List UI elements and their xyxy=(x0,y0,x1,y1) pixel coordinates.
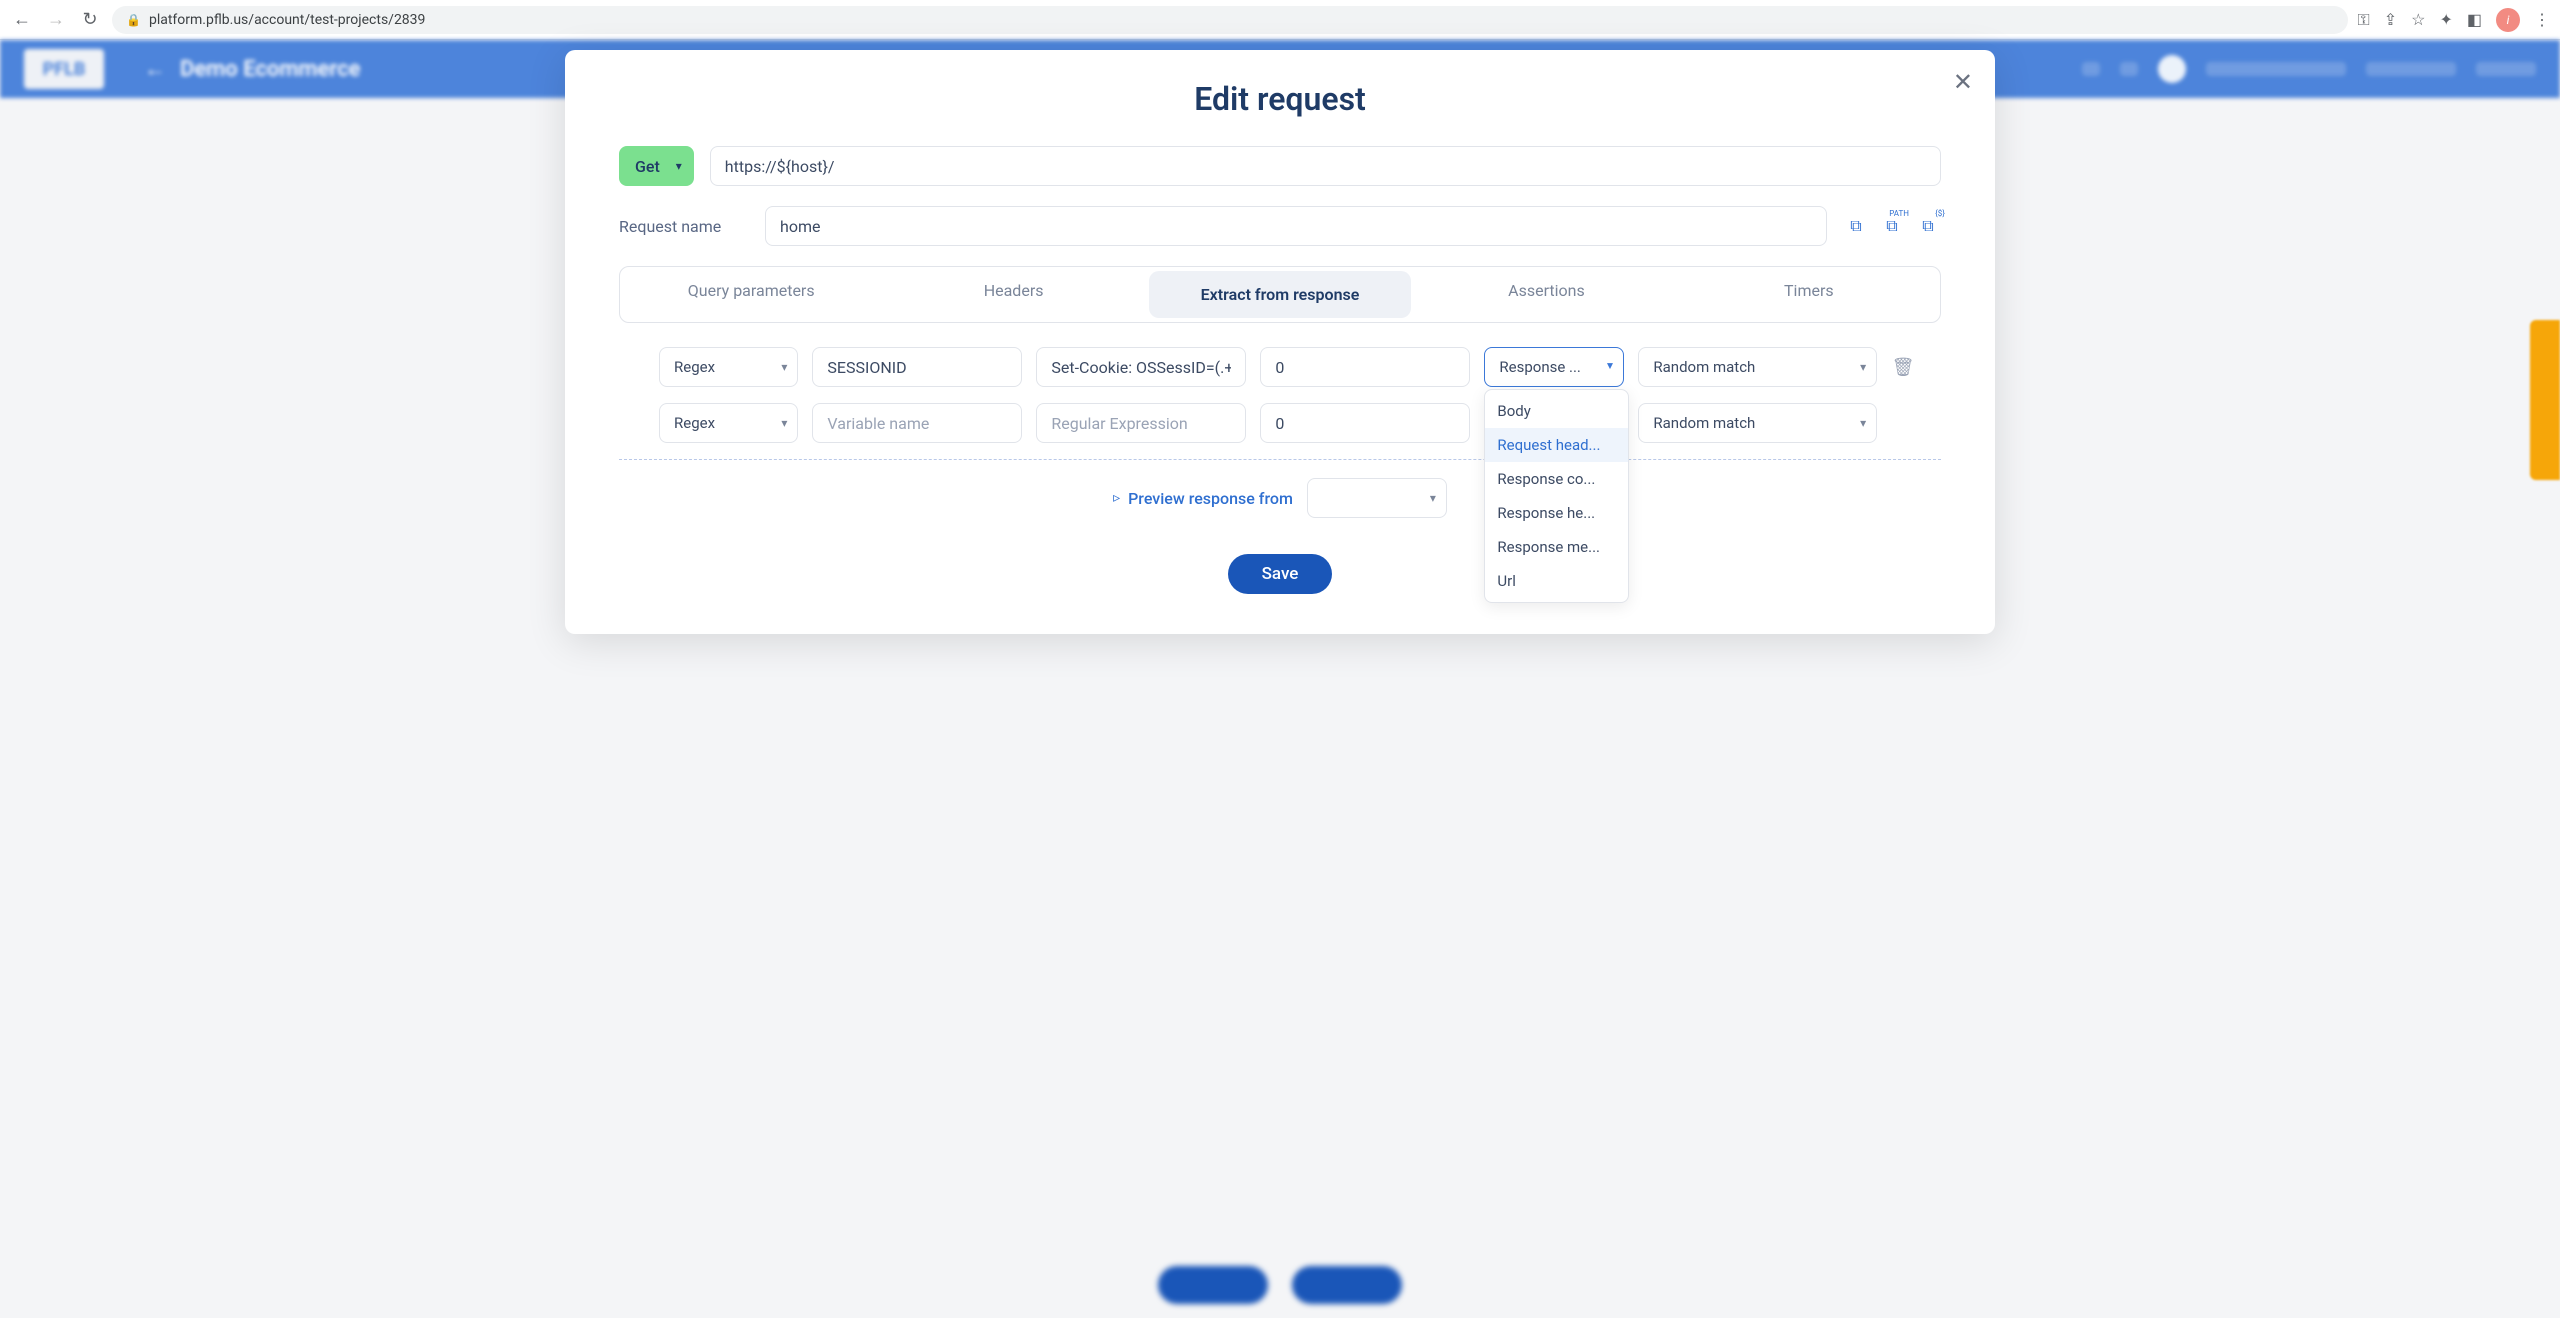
extractor-row: Regex ▾ Random match ▾ 🗑 xyxy=(619,403,1941,443)
preview-label-text: Preview response from xyxy=(1128,489,1293,508)
dropdown-option-url[interactable]: Url xyxy=(1485,564,1628,598)
menu-icon[interactable]: ⋮ xyxy=(2534,10,2550,29)
chevron-down-icon: ▾ xyxy=(781,416,787,430)
forward-button[interactable]: → xyxy=(44,8,68,32)
preview-source-select[interactable]: ▾ xyxy=(1307,478,1447,518)
request-name-label: Request name xyxy=(619,217,749,236)
dropdown-option-response-headers[interactable]: Response he... xyxy=(1485,496,1628,530)
tab-extract-from-response[interactable]: Extract from response xyxy=(1149,271,1411,318)
copy-icon[interactable]: ⧉ xyxy=(1843,213,1869,239)
dropdown-option-body[interactable]: Body xyxy=(1485,394,1628,428)
tab-headers[interactable]: Headers xyxy=(882,267,1144,322)
tab-query-parameters[interactable]: Query parameters xyxy=(620,267,882,322)
dropdown-option-response-message[interactable]: Response me... xyxy=(1485,530,1628,564)
source-value: Response ... xyxy=(1499,358,1580,376)
expression-input[interactable] xyxy=(1036,403,1246,443)
preview-row: Preview response from ▾ xyxy=(619,459,1941,518)
extractor-type-select[interactable]: Regex ▾ xyxy=(659,347,798,387)
extractor-type-value: Regex xyxy=(674,358,715,376)
extractor-type-value: Regex xyxy=(674,414,715,432)
tab-assertions[interactable]: Assertions xyxy=(1415,267,1677,322)
source-select[interactable]: Response ... ▴ xyxy=(1484,347,1624,387)
method-url-row: Get xyxy=(619,146,1941,186)
save-button[interactable]: Save xyxy=(1228,554,1333,594)
source-dropdown: Body Request head... Response co... Resp… xyxy=(1484,389,1629,603)
match-number-input[interactable] xyxy=(1260,403,1470,443)
expression-input[interactable] xyxy=(1036,347,1246,387)
save-row: Save xyxy=(619,554,1941,594)
match-rule-select[interactable]: Random match ▾ xyxy=(1638,403,1877,443)
back-button[interactable]: ← xyxy=(10,8,34,32)
chevron-up-icon: ▴ xyxy=(1607,360,1613,374)
key-icon[interactable]: ⚿ xyxy=(2358,10,2370,30)
panel-icon[interactable]: ◧ xyxy=(2467,10,2482,29)
url-bar[interactable]: 🔒 platform.pflb.us/account/test-projects… xyxy=(112,6,2348,34)
variable-name-input[interactable] xyxy=(812,403,1022,443)
modal-title: Edit request xyxy=(619,80,1941,118)
extractor-type-select[interactable]: Regex ▾ xyxy=(659,403,798,443)
copy-var-icon[interactable]: ⧉{$} xyxy=(1915,213,1941,239)
url-text: platform.pflb.us/account/test-projects/2… xyxy=(149,12,425,28)
chevron-down-icon: ▾ xyxy=(781,360,787,374)
match-rule-select[interactable]: Random match ▾ xyxy=(1638,347,1877,387)
dropdown-option-request-headers[interactable]: Request head... xyxy=(1485,428,1628,462)
chevron-down-icon: ▾ xyxy=(1430,491,1436,505)
request-tabs: Query parameters Headers Extract from re… xyxy=(619,266,1941,323)
request-name-icons: ⧉ ⧉PATH ⧉{$} xyxy=(1843,213,1941,239)
match-rule-value: Random match xyxy=(1653,414,1755,432)
copy-path-icon[interactable]: ⧉PATH xyxy=(1879,213,1905,239)
modal-backdrop: ✕ Edit request Get Request name ⧉ ⧉PATH … xyxy=(0,40,2560,1318)
tab-timers[interactable]: Timers xyxy=(1678,267,1940,322)
request-url-input[interactable] xyxy=(710,146,1941,186)
preview-response-toggle[interactable]: Preview response from xyxy=(1113,489,1293,508)
request-name-input[interactable] xyxy=(765,206,1827,246)
dropdown-option-response-code[interactable]: Response co... xyxy=(1485,462,1628,496)
reload-button[interactable]: ↻ xyxy=(78,8,102,32)
http-method-value: Get xyxy=(635,157,660,176)
request-name-row: Request name ⧉ ⧉PATH ⧉{$} xyxy=(619,206,1941,246)
share-icon[interactable]: ⇪ xyxy=(2384,10,2397,29)
chrome-icons: ⚿ ⇪ ☆ ✦ ◧ i ⋮ xyxy=(2358,8,2550,32)
lock-icon: 🔒 xyxy=(126,13,141,27)
match-number-input[interactable] xyxy=(1260,347,1470,387)
chevron-down-icon: ▾ xyxy=(1860,416,1866,430)
variable-name-input[interactable] xyxy=(812,347,1022,387)
match-rule-value: Random match xyxy=(1653,358,1755,376)
star-icon[interactable]: ☆ xyxy=(2411,10,2425,29)
delete-row-icon[interactable]: 🗑 xyxy=(1891,357,1915,378)
close-icon[interactable]: ✕ xyxy=(1953,68,1973,96)
extensions-icon[interactable]: ✦ xyxy=(2439,10,2452,29)
browser-chrome: ← → ↻ 🔒 platform.pflb.us/account/test-pr… xyxy=(0,0,2560,40)
http-method-select[interactable]: Get xyxy=(619,146,694,186)
profile-avatar[interactable]: i xyxy=(2496,8,2520,32)
extractor-row: Regex ▾ Response ... ▴ Body Request head… xyxy=(619,347,1941,387)
edit-request-modal: ✕ Edit request Get Request name ⧉ ⧉PATH … xyxy=(565,50,1995,634)
chevron-down-icon: ▾ xyxy=(1860,360,1866,374)
